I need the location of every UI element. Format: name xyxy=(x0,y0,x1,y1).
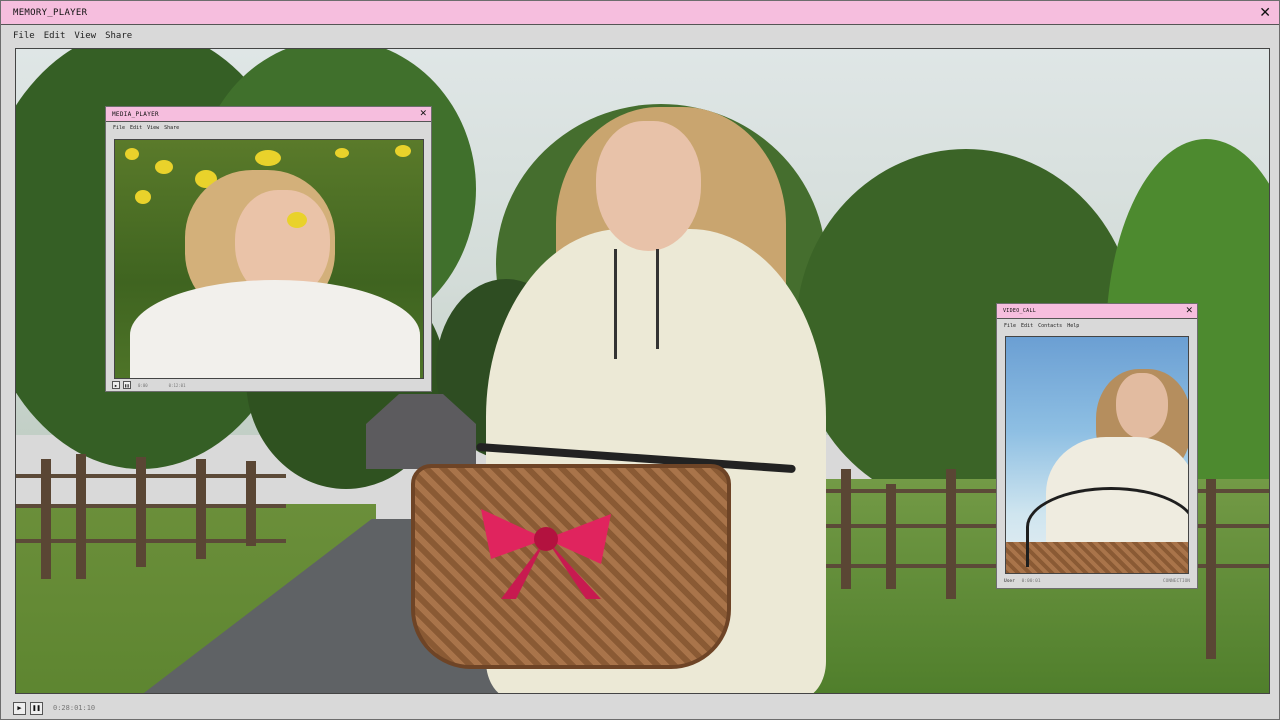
pause-icon[interactable]: ❚❚ xyxy=(30,701,43,715)
fence-post xyxy=(41,459,51,579)
fence-post xyxy=(841,469,851,589)
media-titlebar[interactable]: MEDIA_PLAYER ✕ xyxy=(106,107,431,122)
fence-post xyxy=(136,457,146,567)
media-menubar: File Edit View Share xyxy=(106,122,431,133)
menu-contacts[interactable]: Contacts xyxy=(1038,323,1062,329)
menu-edit[interactable]: Edit xyxy=(44,31,66,41)
menu-edit[interactable]: Edit xyxy=(1021,323,1033,329)
menu-share[interactable]: Share xyxy=(105,31,132,41)
menu-file[interactable]: File xyxy=(13,31,35,41)
caller-handlebar xyxy=(1026,487,1188,567)
ribbon-bow xyxy=(481,509,611,599)
menu-edit[interactable]: Edit xyxy=(130,125,142,131)
caller-face xyxy=(1116,373,1168,439)
media-player-window: MEDIA_PLAYER ✕ File Edit View Share ▶ ❚❚… xyxy=(105,106,432,392)
woman-blouse xyxy=(130,280,420,378)
menu-file[interactable]: File xyxy=(113,125,125,131)
menu-share[interactable]: Share xyxy=(164,125,179,131)
play-icon[interactable]: ▶ xyxy=(13,701,26,715)
menu-view[interactable]: View xyxy=(74,31,96,41)
close-icon[interactable]: ✕ xyxy=(1185,306,1193,316)
media-video-frame[interactable] xyxy=(114,139,424,379)
menu-help[interactable]: Help xyxy=(1067,323,1079,329)
main-menubar: File Edit View Share xyxy=(1,25,1279,47)
yellow-flower xyxy=(335,148,349,158)
media-time: 0:00 xyxy=(138,382,148,388)
hoodie-string xyxy=(614,249,617,359)
main-statusbar: ▶ ❚❚ 0:28:01:10 xyxy=(13,699,95,717)
media-window-title: MEDIA_PLAYER xyxy=(112,110,159,118)
call-titlebar[interactable]: VIDEO_CALL ✕ xyxy=(997,304,1197,319)
yellow-flower xyxy=(125,148,139,160)
call-video-frame[interactable] xyxy=(1005,336,1189,574)
call-connection-text: CONNECTION xyxy=(1162,578,1190,584)
menu-file[interactable]: File xyxy=(1004,323,1016,329)
yellow-flower xyxy=(255,150,281,166)
fence-post xyxy=(76,454,86,579)
fence-post xyxy=(246,461,256,546)
yellow-flower xyxy=(135,190,151,204)
close-icon[interactable]: ✕ xyxy=(419,109,427,119)
menu-view[interactable]: View xyxy=(147,125,159,131)
yellow-flower xyxy=(155,160,173,174)
yellow-flower xyxy=(395,145,411,157)
main-titlebar[interactable]: MEMORY_PLAYER ✕ xyxy=(1,1,1279,25)
video-call-window: VIDEO_CALL ✕ File Edit Contacts Help Use… xyxy=(996,303,1198,589)
fence-post xyxy=(946,469,956,599)
call-statusbar: User 0:00:01 CONNECTION xyxy=(1004,575,1190,587)
hoodie-string xyxy=(656,249,659,349)
close-icon[interactable]: ✕ xyxy=(1259,6,1271,20)
fence-post xyxy=(196,459,206,559)
fence-post xyxy=(886,484,896,589)
pause-icon[interactable]: ❚❚ xyxy=(123,381,131,389)
call-menubar: File Edit Contacts Help xyxy=(997,319,1197,333)
held-flower xyxy=(287,212,307,228)
fence-post xyxy=(1206,479,1216,659)
rider-face xyxy=(596,121,701,251)
main-window-title: MEMORY_PLAYER xyxy=(13,7,88,18)
call-window-title: VIDEO_CALL xyxy=(1003,308,1037,314)
media-status-text: 0:12:01 xyxy=(168,382,186,388)
play-icon[interactable]: ▶ xyxy=(112,381,120,389)
call-user-label: User xyxy=(1004,578,1015,584)
call-user-status: 0:00:01 xyxy=(1021,578,1041,584)
main-status-text: 0:28:01:10 xyxy=(53,704,96,712)
media-statusbar: ▶ ❚❚ 0:00 0:12:01 xyxy=(112,379,186,391)
